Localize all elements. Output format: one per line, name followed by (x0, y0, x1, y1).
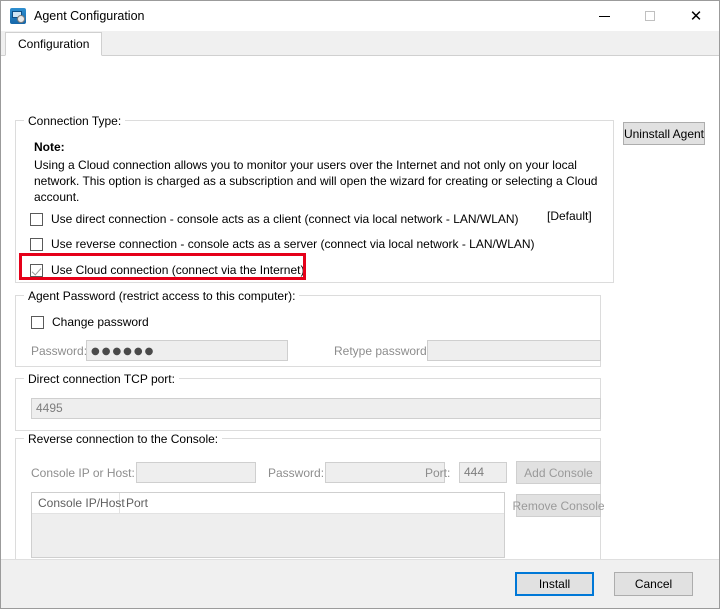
retype-password-input[interactable] (427, 340, 601, 361)
console-host-label: Console IP or Host: (31, 466, 135, 480)
checkbox-cloud-connection[interactable] (30, 264, 43, 277)
checkbox-reverse-connection[interactable] (30, 238, 43, 251)
agent-password-legend: Agent Password (restrict access to this … (24, 289, 299, 303)
caption-buttons: ✕ (581, 1, 719, 31)
password-masked-value: ●●●●●● (91, 346, 155, 357)
maximize-icon[interactable] (627, 1, 673, 31)
add-console-button[interactable]: Add Console (516, 461, 601, 484)
agent-app-icon (10, 8, 26, 24)
install-button[interactable]: Install (515, 572, 594, 596)
change-password-row[interactable]: Change password (31, 315, 149, 329)
note-title: Note: (34, 140, 65, 154)
footer-bar: Install Cancel (1, 559, 719, 608)
default-tag: [Default] (547, 209, 592, 223)
note-body: Using a Cloud connection allows you to m… (34, 157, 600, 205)
option-cloud-connection[interactable]: Use Cloud connection (connect via the In… (30, 260, 304, 280)
connection-type-legend: Connection Type: (24, 114, 125, 128)
password-input[interactable]: ●●●●●● (86, 340, 288, 361)
close-icon[interactable]: ✕ (673, 1, 719, 31)
console-port-label: Port: (425, 466, 450, 480)
change-password-label: Change password (52, 315, 149, 329)
console-list-header: Console IP/Host Port (32, 493, 504, 514)
option-reverse-connection[interactable]: Use reverse connection - console acts as… (30, 234, 535, 254)
tcp-port-input[interactable]: 4495 (31, 398, 601, 419)
option-direct-connection[interactable]: Use direct connection - console acts as … (30, 209, 519, 229)
retype-password-label: Retype password: (334, 344, 430, 358)
tab-configuration[interactable]: Configuration (5, 32, 102, 56)
cancel-button[interactable]: Cancel (614, 572, 693, 596)
remove-console-button[interactable]: Remove Console (516, 494, 601, 517)
console-password-label: Password: (268, 466, 324, 480)
console-host-input[interactable] (136, 462, 256, 483)
reverse-connection-group: Reverse connection to the Console: Conso… (15, 438, 601, 572)
agent-password-group: Agent Password (restrict access to this … (15, 295, 601, 367)
option-reverse-connection-label: Use reverse connection - console acts as… (51, 237, 535, 251)
title-bar: Agent Configuration ✕ (1, 1, 719, 31)
reverse-connection-legend: Reverse connection to the Console: (24, 432, 222, 446)
console-list-column-host[interactable]: Console IP/Host (32, 493, 120, 513)
checkbox-change-password[interactable] (31, 316, 44, 329)
tab-configuration-label: Configuration (18, 37, 89, 51)
tab-strip: Configuration (1, 31, 719, 56)
option-cloud-connection-label: Use Cloud connection (connect via the In… (51, 263, 304, 277)
minimize-icon[interactable] (581, 1, 627, 31)
connection-type-group: Connection Type: Note: Using a Cloud con… (15, 120, 614, 283)
window-title: Agent Configuration (34, 9, 145, 23)
console-list[interactable]: Console IP/Host Port (31, 492, 505, 558)
checkbox-direct-connection[interactable] (30, 213, 43, 226)
tcp-port-group: Direct connection TCP port: 4495 (15, 378, 601, 431)
agent-configuration-window: Agent Configuration ✕ Configuration Conn… (0, 0, 720, 609)
option-direct-connection-label: Use direct connection - console acts as … (51, 212, 519, 226)
tcp-port-legend: Direct connection TCP port: (24, 372, 179, 386)
console-port-input[interactable]: 444 (459, 462, 507, 483)
configuration-page: Connection Type: Note: Using a Cloud con… (1, 56, 719, 559)
password-label: Password: (31, 344, 87, 358)
console-list-column-port[interactable]: Port (120, 493, 504, 513)
uninstall-agent-button[interactable]: Uninstall Agent (623, 122, 705, 145)
